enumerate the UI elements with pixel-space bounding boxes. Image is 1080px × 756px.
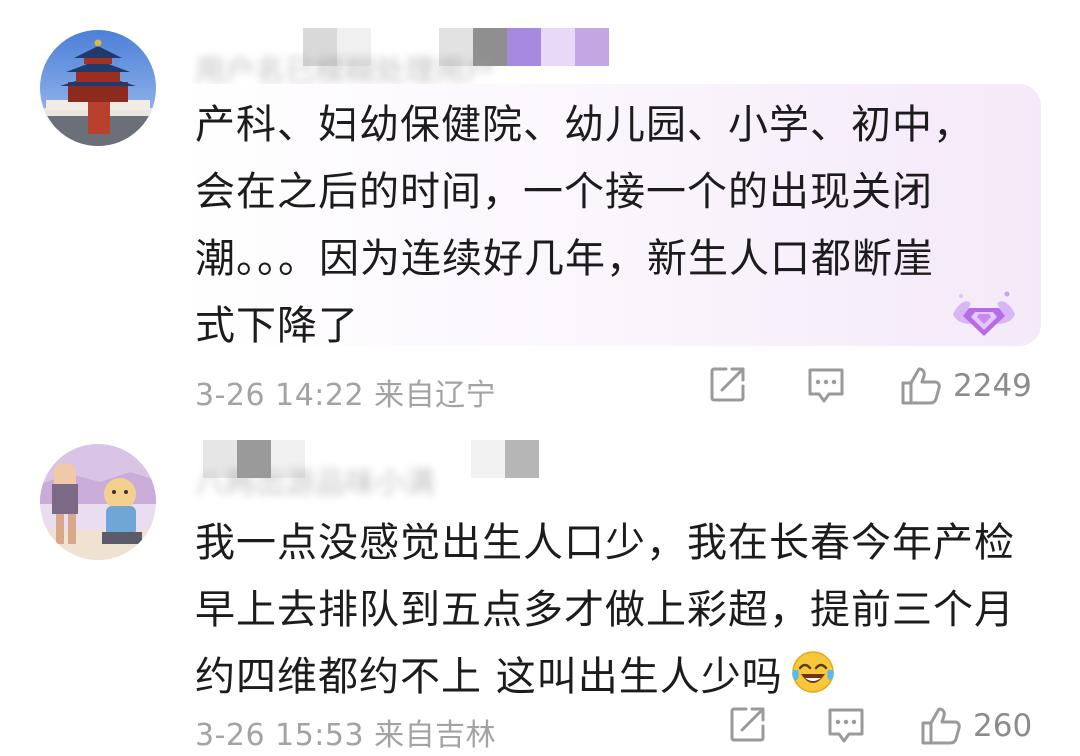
comment-actions: 2249 bbox=[0, 364, 1080, 414]
comment-item: 用户名已模糊处理用户 产科、妇幼保健院、幼儿园、小学、初中， 会在之后的时间，一… bbox=[0, 0, 1080, 420]
reply-icon bbox=[828, 708, 864, 743]
comment-list: 用户名已模糊处理用户 产科、妇幼保健院、幼儿园、小学、初中， 会在之后的时间，一… bbox=[0, 0, 1080, 756]
user-avatar[interactable] bbox=[40, 444, 156, 560]
comment-actions: 260 bbox=[0, 704, 1080, 754]
temple-of-heaven-avatar bbox=[40, 30, 156, 146]
share-button[interactable] bbox=[728, 704, 768, 744]
reply-button[interactable] bbox=[805, 364, 847, 406]
like-count: 2249 bbox=[953, 368, 1032, 404]
like-count: 260 bbox=[973, 708, 1033, 744]
like-button[interactable]: 2249 bbox=[899, 364, 1032, 408]
share-icon bbox=[710, 367, 745, 402]
comment-text-content: 我一点没感觉出生人口少，我在长春今年产检 早上去排队到五点多才做上彩超，提前三个… bbox=[195, 520, 1015, 700]
comment-text: 产科、妇幼保健院、幼儿园、小学、初中， 会在之后的时间，一个接一个的出现关闭 潮… bbox=[195, 102, 974, 349]
share-button[interactable] bbox=[708, 364, 748, 404]
like-button[interactable]: 260 bbox=[919, 704, 1032, 748]
thumbs-up-icon bbox=[921, 707, 961, 745]
username[interactable]: 用户名已模糊处理用户 bbox=[195, 28, 635, 89]
reply-button[interactable] bbox=[825, 704, 867, 746]
laughing-crying-emoji bbox=[791, 651, 834, 693]
comment-item: 八两出游品味小满 我一点没感觉出生人口少，我在长春今年产检 早上去排队到五点多才… bbox=[0, 420, 1080, 756]
reply-icon bbox=[808, 368, 844, 403]
comment-text: 我一点没感觉出生人口少，我在长春今年产检 早上去排队到五点多才做上彩超，提前三个… bbox=[195, 510, 1045, 711]
username[interactable]: 八两出游品味小满 bbox=[195, 440, 635, 501]
thumbs-up-icon bbox=[901, 367, 941, 405]
share-icon bbox=[730, 707, 765, 742]
user-avatar[interactable] bbox=[40, 30, 156, 146]
cartoon-illustration-avatar bbox=[40, 444, 156, 560]
